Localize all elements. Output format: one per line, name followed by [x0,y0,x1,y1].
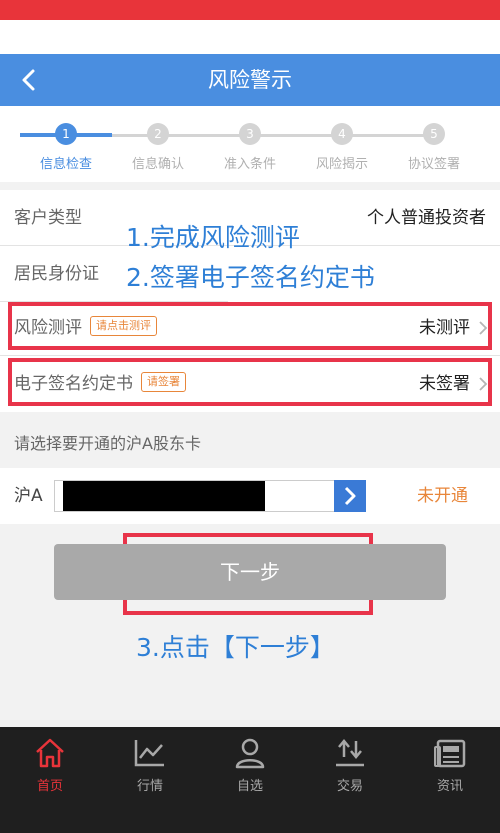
step-5: 5 协议签署 [394,123,474,172]
status-bar [0,0,500,20]
step-4: 4 风险揭示 [302,123,382,172]
customer-type-label: 客户类型 [14,208,82,228]
tab-label: 行情 [136,779,163,794]
back-button[interactable] [16,66,44,94]
tab-label: 交易 [336,779,363,794]
chart-icon [134,740,164,767]
home-icon [36,738,64,768]
tab-label: 资讯 [436,779,463,794]
step-label: 协议签署 [407,157,460,172]
step-label: 信息检查 [39,157,92,172]
annotation-step-1: 1.完成风险测评 [126,223,300,252]
tab-home[interactable]: 首页 [0,737,100,794]
account-label: 沪A [14,486,43,506]
trade-arrows-icon [336,739,364,767]
chevron-left-icon [22,69,35,91]
step-circle: 2 [147,123,169,145]
annotation-step-2: 2.签署电子签名约定书 [126,263,375,292]
id-card-label: 居民身份证 [14,264,99,284]
account-number-redacted [63,481,265,511]
step-label: 准入条件 [223,157,276,172]
account-prompt: 请选择要开通的沪A股东卡 [14,434,201,453]
highlight-risk-assessment [8,302,492,350]
highlight-e-signature [8,358,492,406]
tab-label: 首页 [36,779,63,794]
step-circle: 3 [239,123,261,145]
tab-news[interactable]: 资讯 [400,737,500,794]
account-row: 沪A 未开通 [0,468,500,524]
page-title: 风险警示 [208,68,292,92]
chevron-right-icon [344,486,356,506]
step-circle: 5 [423,123,445,145]
tab-market[interactable]: 行情 [100,737,200,794]
top-strip [0,20,500,54]
account-status: 未开通 [417,486,468,506]
step-3: 3 准入条件 [210,123,290,172]
news-icon [434,739,466,768]
nav-bar: 风险警示 [0,54,500,106]
tab-trade[interactable]: 交易 [300,737,400,794]
account-select[interactable] [54,480,366,512]
customer-type-value: 个人普通投资者 [367,208,486,228]
step-circle: 4 [331,123,353,145]
annotation-step-3: 3.点击【下一步】 [136,633,335,662]
step-label: 信息确认 [131,157,184,172]
tab-watchlist[interactable]: 自选 [200,737,300,794]
account-dropdown-button[interactable] [334,480,366,512]
next-step-button[interactable]: 下一步 [54,544,446,600]
user-icon [235,738,265,769]
tab-label: 自选 [236,779,263,794]
step-2: 2 信息确认 [118,123,198,172]
progress-steps: 1 信息检查 2 信息确认 3 准入条件 4 风险揭示 5 协议签署 [0,106,500,182]
bottom-tab-bar: 首页 行情 自选 交易 资讯 [0,727,500,833]
step-circle: 1 [55,123,77,145]
step-label: 风险揭示 [315,157,368,172]
step-1: 1 信息检查 [26,123,106,172]
